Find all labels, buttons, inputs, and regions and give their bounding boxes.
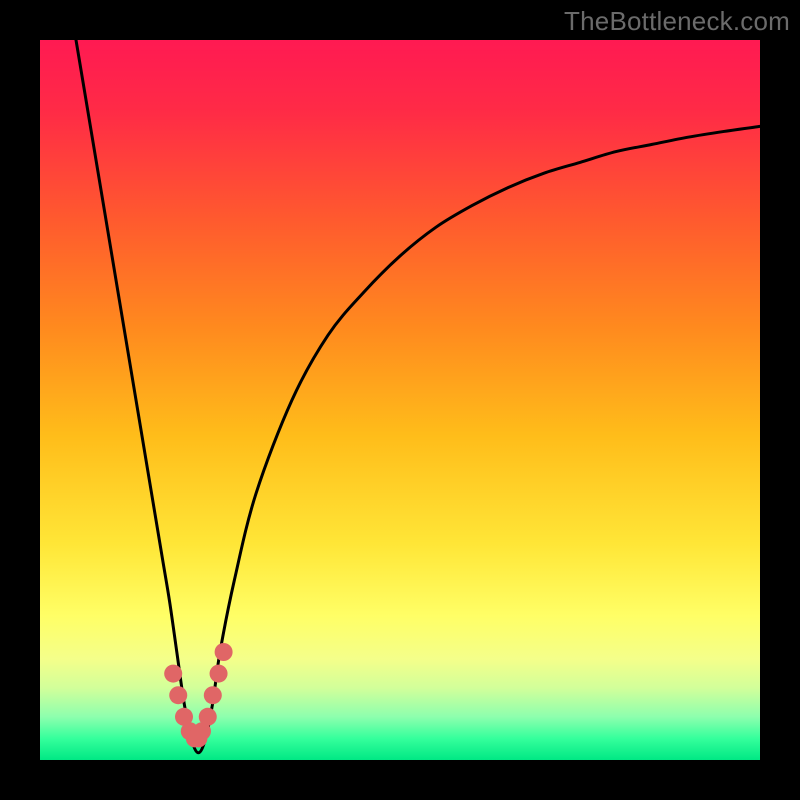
trough-dot [215, 643, 233, 661]
trough-marker [164, 643, 232, 747]
trough-dot [199, 708, 217, 726]
trough-dot [210, 665, 228, 683]
plot-area [40, 40, 760, 760]
trough-dot [204, 686, 222, 704]
curve-layer [40, 40, 760, 760]
bottleneck-curve [76, 40, 760, 753]
trough-dot [169, 686, 187, 704]
watermark-text: TheBottleneck.com [564, 6, 790, 37]
trough-dot [164, 665, 182, 683]
chart-frame: TheBottleneck.com [0, 0, 800, 800]
